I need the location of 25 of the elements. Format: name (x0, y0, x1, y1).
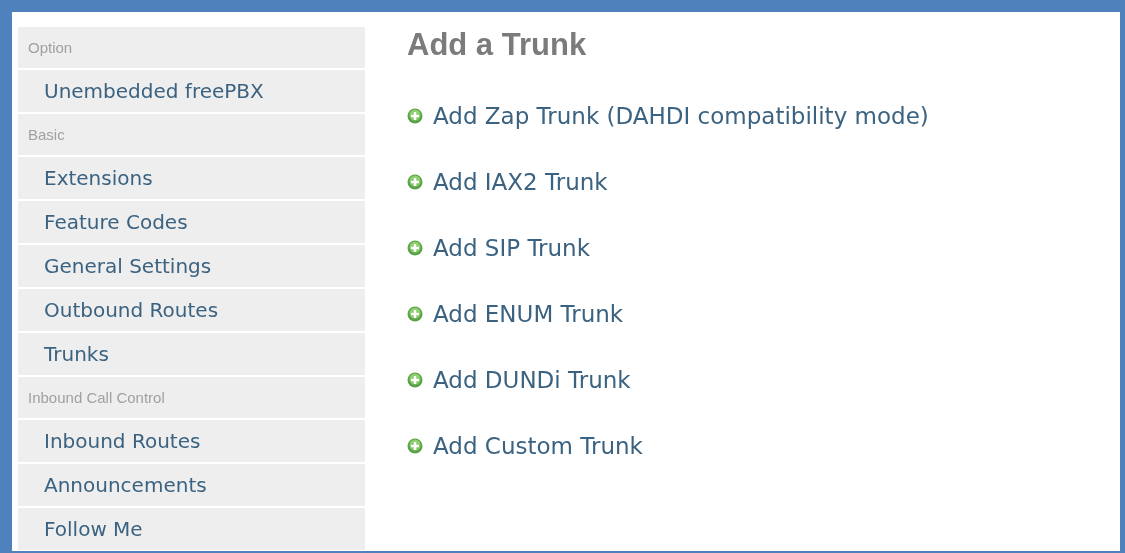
sidebar-section-header: Option (18, 27, 365, 68)
add-icon (407, 174, 423, 190)
sidebar-item[interactable]: Announcements (18, 464, 365, 506)
add-trunk-link[interactable]: Add Zap Trunk (DAHDI compatibility mode) (433, 101, 929, 131)
add-trunk-link[interactable]: Add ENUM Trunk (433, 299, 624, 329)
sidebar-section-header: Basic (18, 114, 365, 155)
sidebar-section-header: Inbound Call Control (18, 377, 365, 418)
add-icon (407, 372, 423, 388)
add-icon (407, 306, 423, 322)
sidebar-item[interactable]: Extensions (18, 157, 365, 199)
sidebar-item[interactable]: General Settings (18, 245, 365, 287)
add-trunk-link[interactable]: Add DUNDi Trunk (433, 365, 631, 395)
add-trunk-link[interactable]: Add IAX2 Trunk (433, 167, 608, 197)
add-icon (407, 438, 423, 454)
add-trunk-link[interactable]: Add Custom Trunk (433, 431, 643, 461)
sidebar-item[interactable]: Trunks (18, 333, 365, 375)
sidebar-item[interactable]: Feature Codes (18, 201, 365, 243)
add-icon (407, 108, 423, 124)
add-trunk-link[interactable]: Add SIP Trunk (433, 233, 590, 263)
page-title: Add a Trunk (407, 27, 587, 63)
sidebar-item[interactable]: Unembedded freePBX (18, 70, 365, 112)
add-icon (407, 240, 423, 256)
sidebar-item[interactable]: Follow Me (18, 508, 365, 550)
sidebar-item[interactable]: Outbound Routes (18, 289, 365, 331)
sidebar-item[interactable]: Inbound Routes (18, 420, 365, 462)
